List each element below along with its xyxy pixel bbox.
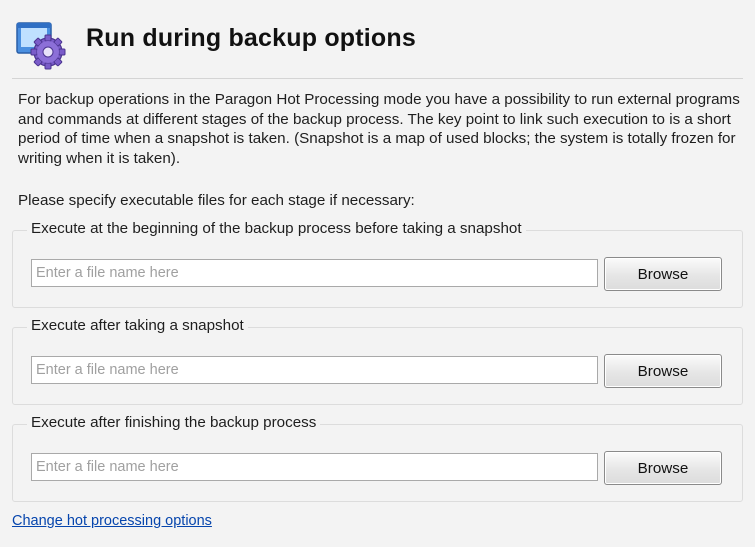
stage-group-after-backup: Execute after finishing the backup proce… [12, 414, 743, 502]
browse-button-before-snapshot[interactable]: Browse [604, 257, 722, 291]
stage-group-after-snapshot: Execute after taking a snapshot Browse [12, 317, 743, 405]
settings-gear-icon [14, 18, 66, 70]
file-input-before-snapshot[interactable] [31, 259, 598, 287]
description-text: For backup operations in the Paragon Hot… [18, 91, 740, 167]
stage-label-after-snapshot: Execute after taking a snapshot [27, 317, 248, 334]
change-hot-processing-options-link[interactable]: Change hot processing options [12, 513, 212, 529]
stage-group-before-snapshot: Execute at the beginning of the backup p… [12, 220, 743, 308]
stage-label-before-snapshot: Execute at the beginning of the backup p… [27, 220, 526, 237]
browse-button-after-snapshot[interactable]: Browse [604, 354, 722, 388]
page-title: Run during backup options [86, 24, 416, 52]
header: Run during backup options [0, 0, 755, 82]
stage-label-after-backup: Execute after finishing the backup proce… [27, 414, 321, 431]
file-input-after-snapshot[interactable] [31, 356, 598, 384]
file-input-after-backup[interactable] [31, 453, 598, 481]
browse-button-after-backup[interactable]: Browse [604, 451, 722, 485]
instruction-text: Please specify executable files for each… [18, 192, 415, 209]
header-divider [12, 78, 743, 79]
